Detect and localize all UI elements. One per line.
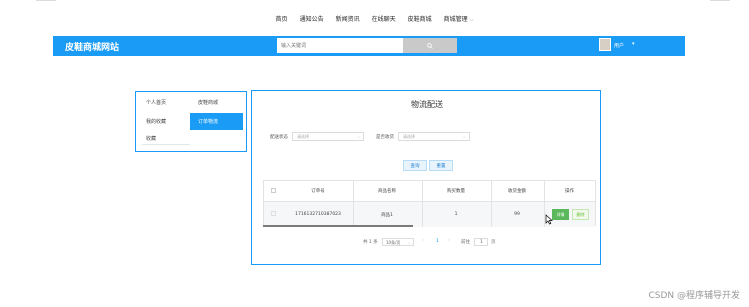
column-header-qty: 购买数量 [447,189,465,194]
prev-page-button[interactable]: ‹ [422,238,424,243]
top-divider [36,0,56,1]
search-icon [427,42,433,49]
received-status-select[interactable]: 请选择 ⌵ [398,132,470,141]
column-divider [491,181,492,227]
goto-input[interactable]: 1 [474,238,488,246]
delivery-status-select[interactable]: 请选择 ⌵ [292,132,364,141]
next-page-button[interactable]: › [448,238,450,243]
nav-item-home[interactable]: 首页 [276,14,288,28]
top-nav: 首页 通知公告 新闻资讯 在线聊天 皮鞋商城 商城管理 ⌵ [0,14,749,28]
pagination-total: 共 1 条 [363,240,378,245]
detail-button[interactable]: 详情 [552,209,569,220]
reset-button[interactable]: 重置 [429,160,453,171]
page-size-value: 10条/页 [386,240,401,245]
nav-item-notices[interactable]: 通知公告 [300,14,324,28]
main-panel: 物流配送 配送状态 请选择 ⌵ 是否收货 请选择 ⌵ 查询 重置 订单号 商品名… [251,90,601,265]
sidebar-divider [142,144,190,145]
column-header-actions: 操作 [565,189,574,194]
username[interactable]: 用户 [614,42,624,49]
goto-label: 前往 [461,240,470,245]
pagination: 共 1 条 10条/页 ⌵ ‹ 1 › 前往 1 页 [252,238,602,247]
chevron-down-icon[interactable]: ▾ [632,41,635,47]
delivery-status-placeholder: 请选择 [297,133,309,139]
amount-cell: 99 [514,212,520,217]
nav-item-manage-label: 商城管理 [443,16,468,23]
table-header: 订单号 商品名称 购买数量 收货金额 操作 [264,181,595,202]
chevron-down-icon: ⌵ [408,240,412,245]
page-number-current[interactable]: 1 [436,239,439,244]
nav-item-news[interactable]: 新闻资讯 [336,14,360,28]
sidebar-item-home[interactable]: 个人首页 [138,94,191,111]
column-header-order-no: 订单号 [311,189,325,194]
search-button[interactable] [403,38,457,53]
sidebar-item-orders[interactable]: 订单物流 [190,113,243,130]
column-divider [353,181,354,227]
chevron-down-icon: ⌵ [469,17,474,23]
watermark: CSDN @程序辅导开发 [648,291,740,301]
page-title: 物流配送 [411,100,443,109]
header-bar: 皮鞋商城网站 用户 ▾ [53,36,685,56]
column-divider [422,181,423,227]
goto-value: 1 [480,240,483,245]
nav-item-shop[interactable]: 皮鞋商城 [408,14,432,28]
delete-button[interactable]: 删除 [572,209,589,220]
site-brand[interactable]: 皮鞋商城网站 [65,40,119,53]
search-input[interactable] [277,38,404,53]
sidebar-item-favorites[interactable]: 我的收藏 [138,113,191,130]
received-status-placeholder: 请选择 [403,133,415,139]
nav-item-manage[interactable]: 商城管理 ⌵ [444,14,474,28]
user-sidebar: 个人首页 皮鞋商城 我的收藏 订单物流 收藏 [135,91,247,152]
page-size-select[interactable]: 10条/页 ⌵ [382,238,414,246]
select-all-checkbox[interactable] [271,188,276,193]
avatar[interactable] [599,38,611,51]
nav-item-chat[interactable]: 在线聊天 [372,14,396,28]
page-unit-label: 页 [491,240,496,245]
order-no-cell: 1716132710387023 [295,212,341,217]
chevron-down-icon: ⌵ [356,134,360,139]
top-divider [710,0,730,1]
horizontal-scrollbar[interactable] [263,225,413,227]
column-header-amount: 收货金额 [508,189,526,194]
filter-label-received: 是否收货 [376,135,394,140]
chevron-down-icon: ⌵ [462,134,466,139]
query-button[interactable]: 查询 [403,160,427,171]
filter-label-delivery: 配送状态 [270,135,288,140]
qty-cell: 1 [454,212,458,217]
product-cell: 商品1 [381,213,393,218]
sidebar-item-shop[interactable]: 皮鞋商城 [190,94,243,111]
row-checkbox[interactable] [271,211,276,216]
column-header-product: 商品名称 [378,189,396,194]
mouse-cursor-icon [545,214,553,225]
